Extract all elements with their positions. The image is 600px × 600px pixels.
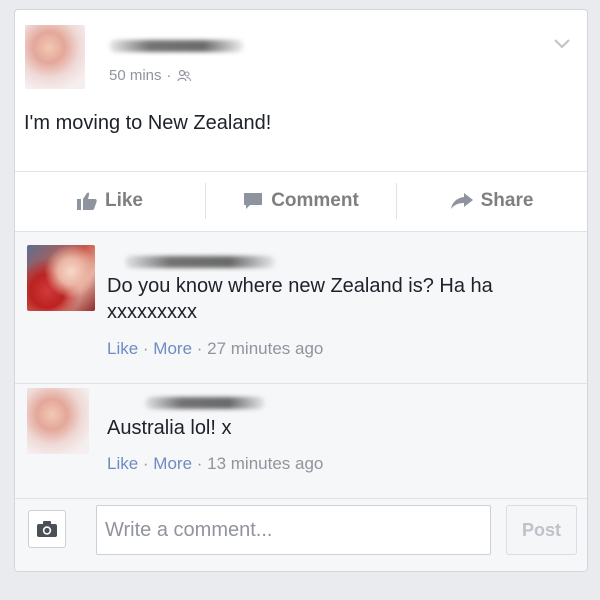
post-card: 50 mins · I'm moving to New Zealand! Lik… <box>14 9 588 572</box>
friends-icon[interactable] <box>176 69 191 83</box>
comment-input[interactable]: Write a comment... <box>96 505 491 555</box>
meta-separator: · <box>166 67 172 84</box>
comment-button[interactable]: Comment <box>206 172 396 230</box>
chevron-down-icon[interactable] <box>553 38 571 50</box>
comment-label: Comment <box>271 190 359 211</box>
comment-time[interactable]: 13 minutes ago <box>207 454 323 473</box>
comment-meta: Like · More · 13 minutes ago <box>107 454 324 473</box>
author-avatar[interactable] <box>25 25 85 89</box>
comment-line: xxxxxxxxx <box>107 301 197 323</box>
comment-like-link[interactable]: Like <box>107 339 138 358</box>
author-name-redacted[interactable] <box>109 40 244 52</box>
commenter-avatar[interactable] <box>27 388 89 454</box>
commenter-name-redacted[interactable] <box>125 256 275 268</box>
thumbs-up-icon <box>76 192 97 210</box>
comment-text: Do you know where new Zealand is? Ha ha … <box>107 273 493 325</box>
share-label: Share <box>480 190 534 211</box>
post-meta: 50 mins · <box>109 67 191 84</box>
post-button[interactable]: Post <box>506 505 577 555</box>
divider <box>15 498 587 499</box>
share-arrow-icon <box>450 193 473 209</box>
comment-text: Australia lol! x <box>107 415 232 441</box>
post-time[interactable]: 50 mins <box>109 67 162 84</box>
like-label: Like <box>104 190 144 211</box>
photo-attach-button[interactable] <box>28 510 66 548</box>
comment-meta: Like · More · 27 minutes ago <box>107 339 324 358</box>
comment-more-link[interactable]: More <box>153 339 192 358</box>
comment-like-link[interactable]: Like <box>107 454 138 473</box>
comment-more-link[interactable]: More <box>153 454 192 473</box>
camera-icon <box>37 521 57 537</box>
divider <box>15 383 587 384</box>
comment-line: Australia lol! x <box>107 417 232 439</box>
share-button[interactable]: Share <box>397 172 587 230</box>
divider <box>15 231 587 232</box>
comment-icon <box>244 193 263 209</box>
post-text: I'm moving to New Zealand! <box>24 112 272 134</box>
like-button[interactable]: Like <box>15 172 205 230</box>
comment-line: Do you know where new Zealand is? Ha ha <box>107 275 493 297</box>
commenter-name-redacted[interactable] <box>145 397 265 409</box>
comment-time[interactable]: 27 minutes ago <box>207 339 323 358</box>
commenter-avatar[interactable] <box>27 245 95 311</box>
action-bar: Like Comment Share <box>15 172 587 230</box>
